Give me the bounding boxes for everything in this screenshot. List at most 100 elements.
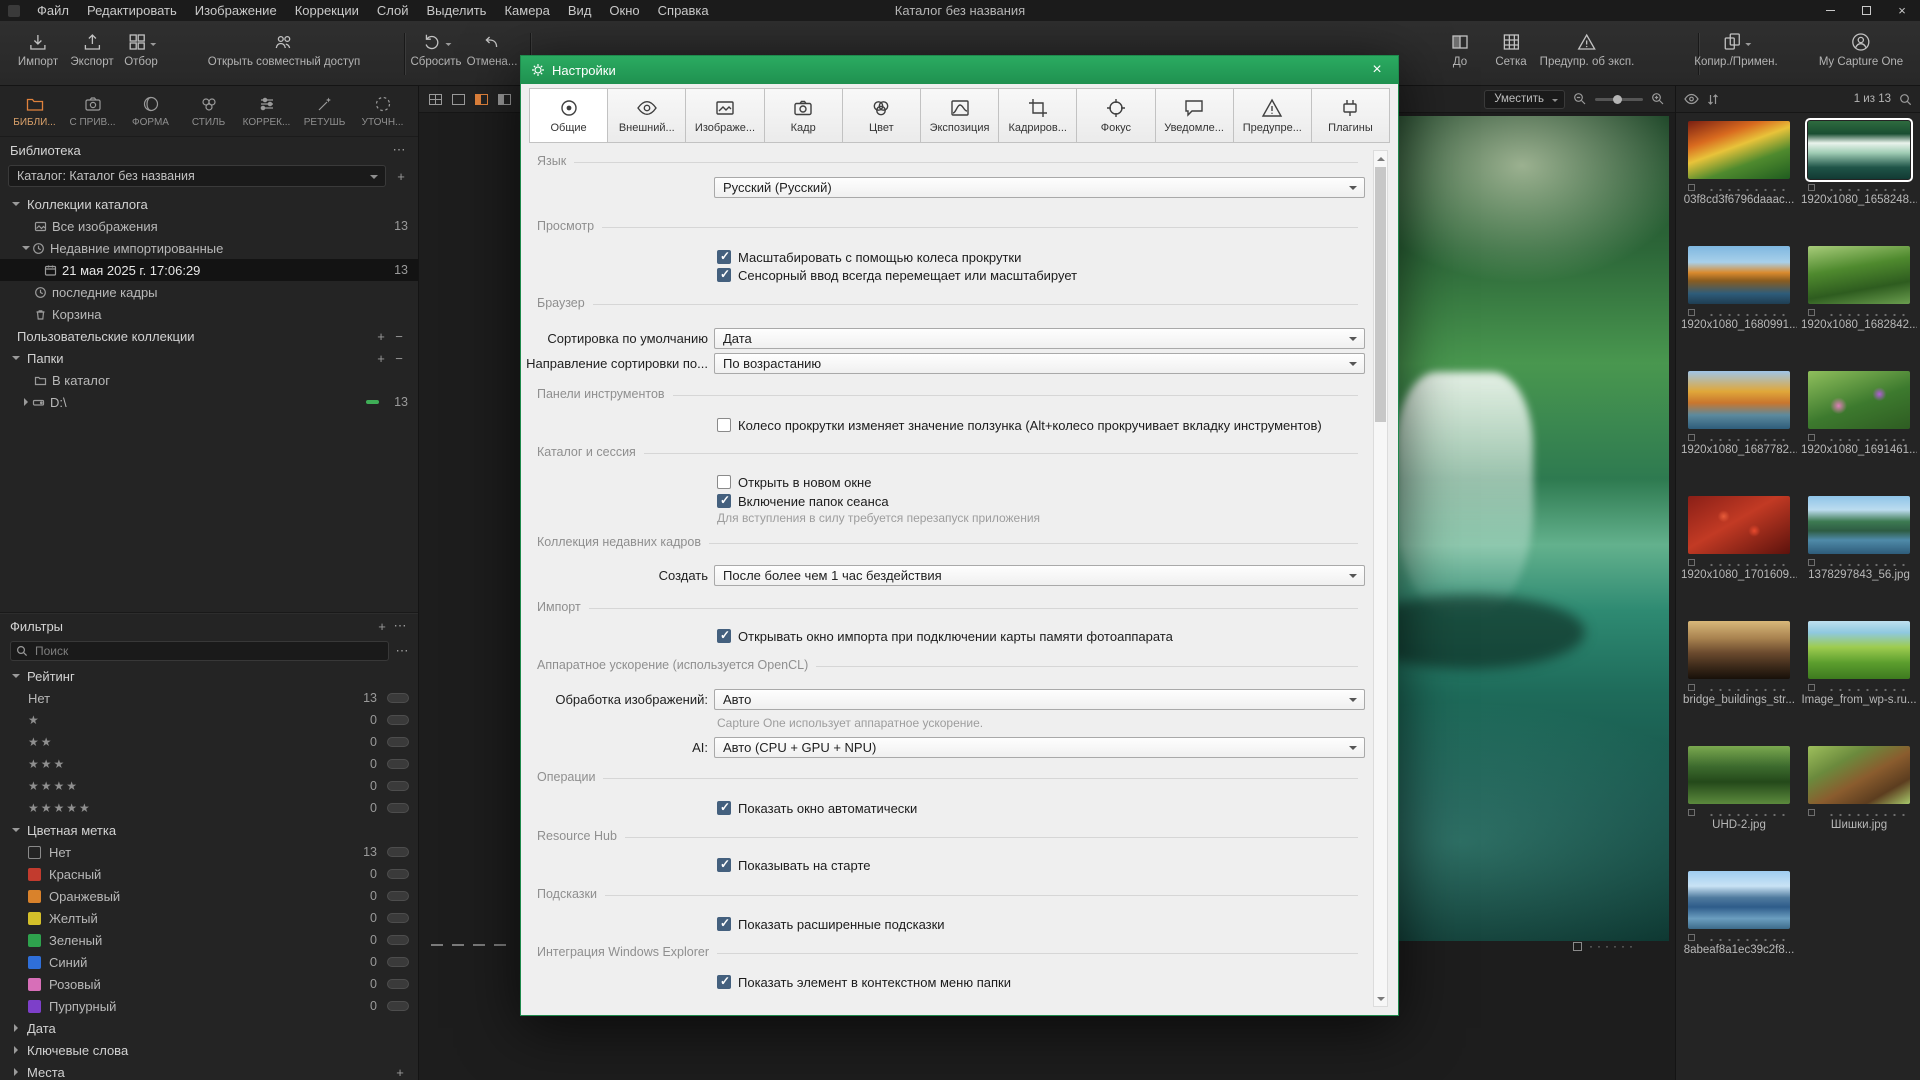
thumbnail-image[interactable] <box>1808 496 1910 554</box>
rating-dots-icon[interactable] <box>1705 558 1790 566</box>
filter-pill[interactable] <box>387 935 409 945</box>
checkbox[interactable] <box>717 494 731 508</box>
menu-layer[interactable]: Слой <box>368 0 418 21</box>
ai-dropdown[interactable]: Авто (CPU + GPU + NPU) <box>714 737 1365 758</box>
checkbox[interactable] <box>717 268 731 282</box>
search-input[interactable] <box>10 641 389 661</box>
filter-row[interactable]: Синий0 <box>0 951 419 973</box>
filter-rating-header[interactable]: Рейтинг <box>0 665 419 687</box>
close-button[interactable]: × <box>1884 0 1920 21</box>
expander-icon[interactable] <box>10 1046 22 1054</box>
thumbnail-image[interactable] <box>1808 121 1910 179</box>
select-checkbox-icon[interactable] <box>1808 309 1815 316</box>
select-checkbox-icon[interactable] <box>1688 809 1695 816</box>
maximize-button[interactable] <box>1848 0 1884 21</box>
language-dropdown[interactable]: Русский (Русский) <box>714 177 1365 198</box>
catalog-dropdown[interactable]: Каталог: Каталог без названия <box>8 165 386 187</box>
thumbnail-cell[interactable]: 1378297843_56.jpg <box>1801 496 1917 621</box>
export-button[interactable]: Экспорт <box>70 27 113 68</box>
tab-general[interactable]: Общие <box>529 88 608 143</box>
before-after-button[interactable]: До <box>1449 27 1471 68</box>
thumbnail-image[interactable] <box>1808 746 1910 804</box>
tab-capture[interactable]: Кадр <box>764 88 843 143</box>
tree-in-catalog[interactable]: В каталог <box>0 369 418 391</box>
zoom-out-icon[interactable] <box>1573 92 1587 106</box>
thumbnail-image[interactable] <box>1688 496 1790 554</box>
image-processing-dropdown[interactable]: Авто <box>714 689 1365 710</box>
checkbox-zoom-with-scroll[interactable]: Масштабировать с помощью колеса прокрутк… <box>717 248 1021 266</box>
menu-edit[interactable]: Редактировать <box>78 0 186 21</box>
thumbnail-image[interactable] <box>1808 621 1910 679</box>
thumbnail-image[interactable] <box>1688 621 1790 679</box>
browser-search-icon[interactable] <box>1899 93 1912 106</box>
tab-notifications[interactable]: Уведомле... <box>1155 88 1234 143</box>
page-square-icon[interactable] <box>1573 942 1582 951</box>
thumbnail-cell[interactable]: 1920x1080_1701609... <box>1681 496 1797 621</box>
copy-apply-button[interactable]: Копир./Примен. <box>1694 27 1777 68</box>
filters-menu-icon[interactable]: ⋯ <box>391 617 409 635</box>
filter-pill[interactable] <box>387 715 409 725</box>
checkbox-scroll-wheel-slider[interactable]: Колесо прокрутки изменяет значение ползу… <box>717 416 1322 434</box>
tab-warnings[interactable]: Предупре... <box>1233 88 1312 143</box>
menu-select[interactable]: Выделить <box>417 0 495 21</box>
rating-dots-icon[interactable] <box>1825 183 1910 191</box>
filter-keywords-header[interactable]: Ключевые слова <box>0 1039 419 1061</box>
select-checkbox-icon[interactable] <box>1688 434 1695 441</box>
thumbnail-cell[interactable]: 1920x1080_1687782... <box>1681 371 1797 496</box>
filter-row[interactable]: ★★★★0 <box>0 775 419 797</box>
filter-places-header[interactable]: Места+ <box>0 1061 419 1080</box>
pager-dots[interactable]: ······ <box>1573 939 1637 953</box>
filter-row[interactable]: Нет13 <box>0 841 419 863</box>
grid-overlay-button[interactable]: Сетка <box>1495 27 1526 68</box>
add-collection-icon[interactable]: + <box>372 327 390 345</box>
rating-dots-icon[interactable] <box>1705 683 1790 691</box>
thumbnail-image[interactable] <box>1688 871 1790 929</box>
select-checkbox-icon[interactable] <box>1808 809 1815 816</box>
filter-pill[interactable] <box>387 781 409 791</box>
tree-recent-imports[interactable]: Недавние импортированные <box>0 237 418 259</box>
single-view-icon[interactable] <box>452 94 465 105</box>
add-folder-icon[interactable]: + <box>372 349 390 367</box>
filter-pill[interactable] <box>387 1001 409 1011</box>
dialog-close-button[interactable]: × <box>1356 56 1398 84</box>
reset-button[interactable]: Сбросить <box>410 27 461 68</box>
rating-dots-icon[interactable] <box>1825 558 1910 566</box>
checkbox-touch-input[interactable]: Сенсорный ввод всегда перемещает или мас… <box>717 266 1077 284</box>
scroll-down-icon[interactable] <box>1374 992 1387 1006</box>
select-checkbox-icon[interactable] <box>1808 559 1815 566</box>
thumbnail-cell-selected[interactable]: 1920x1080_1658248... <box>1801 121 1917 246</box>
thumbnail-image[interactable] <box>1688 246 1790 304</box>
zoom-slider-handle[interactable] <box>1613 95 1622 104</box>
zoom-fit-dropdown[interactable]: Уместить <box>1484 90 1565 109</box>
expander-icon[interactable] <box>10 199 22 210</box>
thumbnail-image[interactable] <box>1808 371 1910 429</box>
tab-library[interactable]: БИБЛИ... <box>6 94 63 128</box>
checkbox[interactable] <box>717 629 731 643</box>
tab-plugins[interactable]: Плагины <box>1311 88 1390 143</box>
rating-dots-icon[interactable] <box>1705 808 1790 816</box>
share-button[interactable]: Открыть совместный доступ <box>208 27 360 68</box>
thumbnail-image[interactable] <box>1688 121 1790 179</box>
expander-icon[interactable] <box>20 398 32 406</box>
checkbox[interactable] <box>717 250 731 264</box>
thumbnail-cell[interactable]: UHD-2.jpg <box>1681 746 1797 871</box>
expander-icon[interactable] <box>10 353 22 364</box>
checkbox[interactable] <box>717 975 731 989</box>
checkbox[interactable] <box>717 475 731 489</box>
filter-pill[interactable] <box>387 957 409 967</box>
dialog-scrollbar[interactable] <box>1373 150 1388 1007</box>
expander-icon[interactable] <box>10 1068 22 1076</box>
rating-dots-icon[interactable] <box>1825 808 1910 816</box>
select-checkbox-icon[interactable] <box>1688 559 1695 566</box>
thumbnail-cell[interactable]: 1920x1080_1680991... <box>1681 246 1797 371</box>
compare-view-icon[interactable] <box>498 94 511 105</box>
checkbox-show-on-start[interactable]: Показывать на старте <box>717 856 871 874</box>
add-place-icon[interactable]: + <box>391 1063 409 1080</box>
checkbox-show-window-auto[interactable]: Показать окно автоматически <box>717 799 917 817</box>
filter-pill[interactable] <box>387 803 409 813</box>
thumbnail-cell[interactable]: Image_from_wp-s.ru... <box>1801 621 1917 746</box>
menu-camera[interactable]: Камера <box>495 0 558 21</box>
tab-retouch[interactable]: РЕТУШЬ <box>296 94 353 128</box>
checkbox-session-folders[interactable]: Включение папок сеанса <box>717 492 889 510</box>
tree-user-collections[interactable]: Пользовательские коллекции + − <box>0 325 418 347</box>
